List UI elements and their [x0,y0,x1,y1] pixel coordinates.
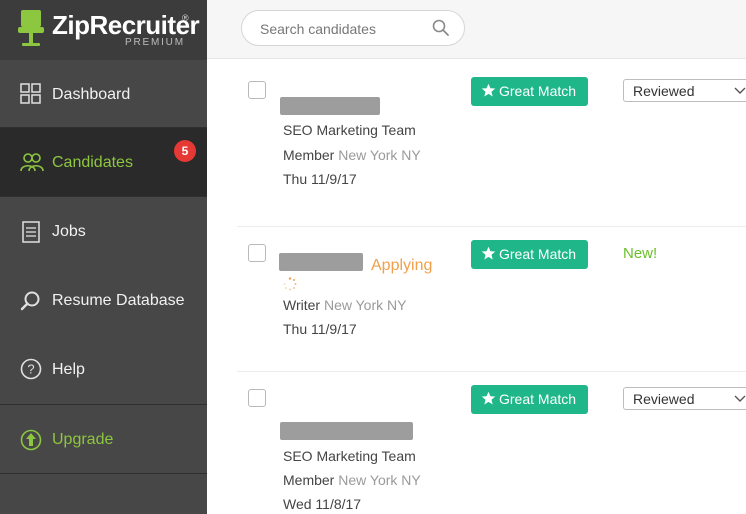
candidates-icon [20,153,44,172]
sidebar-item-label: Resume Database [52,292,185,309]
applied-date: Thu 11/9/17 [283,321,357,337]
sidebar-item-label: Dashboard [52,86,131,103]
row-checkbox[interactable] [248,389,266,407]
status-value: Reviewed [633,391,695,407]
candidate-location: New York NY [323,297,407,313]
candidate-location: New York NY [338,472,421,488]
great-match-badge[interactable]: Great Match [471,385,588,414]
status-dropdown[interactable]: Reviewed [623,387,746,410]
new-status-label: New! [623,245,658,262]
candidate-role-location: Member New York NY [283,147,421,163]
match-label: Great Match [499,246,577,262]
sidebar-item-dashboard[interactable]: Dashboard [0,60,207,128]
candidate-location: New York NY [338,147,421,163]
upgrade-icon [20,429,42,451]
candidate-row[interactable]: SEO Marketing Team Member New York NY Th… [207,59,746,226]
candidate-role-location: Member New York NY [283,472,421,488]
sidebar-item-label: Help [52,361,85,378]
search-input[interactable] [258,18,422,40]
row-checkbox[interactable] [248,244,266,262]
candidate-row[interactable]: SEO Marketing Team Member New York NY We… [207,372,746,514]
candidate-list: SEO Marketing Team Member New York NY Th… [207,59,746,514]
help-icon: ? [20,358,42,380]
star-icon [481,391,496,405]
redacted-candidate-name [280,97,380,115]
status-value: Reviewed [633,83,695,99]
status-dropdown[interactable]: Reviewed [623,79,746,102]
svg-text:?: ? [27,362,34,377]
sidebar: ZipRecruiter ® PREMIUM Dashboard Candida… [0,0,207,514]
sidebar-item-resume-database[interactable]: Resume Database [0,266,207,334]
redacted-candidate-name [280,422,413,440]
sidebar-item-label: Upgrade [52,431,114,448]
chevron-down-icon [734,395,746,402]
redacted-candidate-name [279,253,363,271]
great-match-badge[interactable]: Great Match [471,77,588,106]
sidebar-item-jobs[interactable]: Jobs [0,197,207,265]
sidebar-item-label: Candidates [52,154,133,171]
row-checkbox[interactable] [248,81,266,99]
candidate-row[interactable]: Applying Writer New York NY Thu 11/9/17 … [207,227,746,372]
dashboard-icon [20,83,41,104]
sidebar-item-upgrade[interactable]: Upgrade [0,405,207,473]
job-title: SEO Marketing Team [283,448,416,464]
jobs-icon [22,221,40,243]
applying-status: Applying [371,257,433,274]
applied-date: Wed 11/8/17 [283,496,362,512]
applied-date: Thu 11/9/17 [283,171,357,187]
job-title: Writer [283,297,321,313]
search-icon[interactable] [432,19,450,37]
brand-tier: PREMIUM [125,37,185,48]
candidate-type: Member [283,472,335,488]
search-box[interactable] [241,10,465,46]
sidebar-item-help[interactable]: ? Help [0,335,207,403]
brand-logo[interactable]: ZipRecruiter ® PREMIUM [0,0,207,60]
sidebar-item-candidates[interactable]: Candidates 5 [0,128,207,196]
chair-logo-icon [18,10,44,46]
match-label: Great Match [499,391,577,407]
search-icon [20,291,40,311]
top-bar [207,0,746,59]
job-title: SEO Marketing Team [283,122,416,138]
great-match-badge[interactable]: Great Match [471,240,588,269]
sidebar-item-label: Jobs [52,223,86,240]
candidate-type: Member [283,147,335,163]
match-label: Great Match [499,83,577,99]
sidebar-divider [0,473,207,474]
candidates-count-badge: 5 [174,140,196,162]
candidate-role-location: Writer New York NY [283,297,406,313]
chevron-down-icon [734,87,746,94]
registered-mark: ® [182,13,189,23]
star-icon [481,83,496,97]
star-icon [481,246,496,260]
loading-spinner-icon [283,277,297,291]
